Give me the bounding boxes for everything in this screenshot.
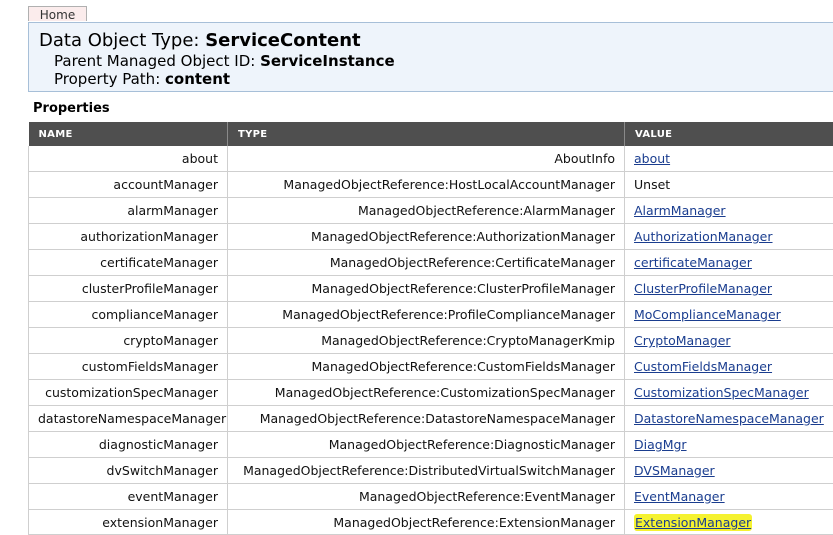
property-type-cell: ManagedObjectReference:CustomFieldsManag… — [227, 353, 625, 380]
property-value-cell: CryptoManager — [624, 327, 833, 354]
property-name-cell: dvSwitchManager — [28, 457, 228, 484]
property-name-cell: clusterProfileManager — [28, 275, 228, 302]
property-value-cell: MoComplianceManager — [624, 301, 833, 328]
property-name-cell: alarmManager — [28, 197, 228, 224]
property-type-cell: ManagedObjectReference:DistributedVirtua… — [227, 457, 625, 484]
property-value-link[interactable]: ExtensionManager — [634, 513, 753, 531]
table-row: eventManager ManagedObjectReference:Event… — [28, 483, 833, 510]
property-type-cell: ManagedObjectReference:CertificateManage… — [227, 249, 625, 276]
property-type-cell: ManagedObjectReference:AlarmManager — [227, 197, 625, 224]
property-value-cell: CustomFieldsManager — [624, 353, 833, 380]
property-value-link[interactable]: MoComplianceManager — [634, 307, 781, 322]
property-value-cell: AlarmManager — [624, 197, 833, 224]
table-row: alarmManager ManagedObjectReference:Alarm… — [28, 197, 833, 224]
property-value-cell: Unset — [624, 171, 833, 198]
home-tab-label: Home — [39, 8, 76, 22]
property-value-cell: DVSManager — [624, 457, 833, 484]
property-type-cell: ManagedObjectReference:AuthorizationMana… — [227, 223, 625, 250]
title-value: ServiceContent — [205, 30, 361, 51]
property-path-line: Property Path: content — [54, 70, 230, 88]
table-row: customizationSpecManager ManagedObjectRef… — [28, 379, 833, 406]
property-type-cell: ManagedObjectReference:DiagnosticManager — [227, 431, 625, 458]
table-row: cryptoManager ManagedObjectReference:Cryp… — [28, 327, 833, 354]
property-name-cell: customizationSpecManager — [28, 379, 228, 406]
property-value-link[interactable]: CustomizationSpecManager — [634, 385, 809, 400]
table-row: customFieldsManager ManagedObjectReferenc… — [28, 353, 833, 380]
column-header-value: VALUE — [624, 122, 833, 146]
property-type-cell: ManagedObjectReference:CryptoManagerKmip — [227, 327, 625, 354]
properties-table: NAME TYPE VALUE about AboutInfo about accou… — [28, 122, 833, 535]
property-name-cell: complianceManager — [28, 301, 228, 328]
property-name-cell: datastoreNamespaceManager — [28, 405, 228, 432]
property-type-cell: ManagedObjectReference:EventManager — [227, 483, 625, 510]
property-value-link[interactable]: DatastoreNamespaceManager — [634, 411, 824, 426]
property-name-cell: extensionManager — [28, 509, 228, 535]
property-name-cell: certificateManager — [28, 249, 228, 276]
column-header-type: TYPE — [227, 122, 625, 146]
path-value: content — [165, 70, 231, 88]
property-value-link[interactable]: ClusterProfileManager — [634, 281, 772, 296]
property-value-link[interactable]: DVSManager — [634, 463, 715, 478]
table-row: diagnosticManager ManagedObjectReference:… — [28, 431, 833, 458]
property-type-cell: ManagedObjectReference:ExtensionManager — [227, 509, 625, 535]
home-tab[interactable]: Home — [28, 6, 87, 22]
property-type-cell: ManagedObjectReference:CustomizationSpec… — [227, 379, 625, 406]
property-value-cell: about — [624, 146, 833, 172]
page-title: Data Object Type: ServiceContent — [39, 30, 361, 52]
property-value-cell: DatastoreNamespaceManager — [624, 405, 833, 432]
property-value-cell: DiagMgr — [624, 431, 833, 458]
property-name-cell: customFieldsManager — [28, 353, 228, 380]
table-row: datastoreNamespaceManager ManagedObjectRe… — [28, 405, 833, 432]
parent-prefix: Parent Managed Object ID: — [54, 52, 261, 70]
property-type-cell: ManagedObjectReference:ProfileCompliance… — [227, 301, 625, 328]
page: Home Data Object Type: ServiceContent Pa… — [0, 0, 833, 535]
table-header-row: NAME TYPE VALUE — [28, 122, 833, 146]
property-name-cell: cryptoManager — [28, 327, 228, 354]
property-name-cell: authorizationManager — [28, 223, 228, 250]
property-value-link[interactable]: about — [634, 151, 670, 166]
column-header-name: NAME — [28, 122, 228, 146]
table-row: authorizationManager ManagedObjectReferen… — [28, 223, 833, 250]
table-row: accountManager ManagedObjectReference:Hos… — [28, 171, 833, 198]
property-name-cell: eventManager — [28, 483, 228, 510]
parent-object-line: Parent Managed Object ID: ServiceInstanc… — [54, 52, 395, 70]
parent-value: ServiceInstance — [260, 52, 395, 70]
property-value-cell: certificateManager — [624, 249, 833, 276]
property-value-link[interactable]: CustomFieldsManager — [634, 359, 772, 374]
properties-heading: Properties — [33, 101, 110, 116]
property-name-cell: diagnosticManager — [28, 431, 228, 458]
property-name-cell: accountManager — [28, 171, 228, 198]
property-value-link[interactable]: EventManager — [634, 489, 725, 504]
property-value-link[interactable]: certificateManager — [634, 255, 752, 270]
object-header: Data Object Type: ServiceContent Parent … — [28, 22, 833, 92]
property-type-cell: AboutInfo — [227, 146, 625, 172]
property-value-cell: CustomizationSpecManager — [624, 379, 833, 406]
table-row: complianceManager ManagedObjectReference:… — [28, 301, 833, 328]
property-type-cell: ManagedObjectReference:HostLocalAccountM… — [227, 171, 625, 198]
property-value-cell: EventManager — [624, 483, 833, 510]
table-row: about AboutInfo about — [28, 146, 833, 172]
title-prefix: Data Object Type: — [39, 30, 206, 51]
table-row: extensionManager ManagedObjectReference:E… — [28, 509, 833, 535]
property-value-cell: AuthorizationManager — [624, 223, 833, 250]
table-row: clusterProfileManager ManagedObjectRefere… — [28, 275, 833, 302]
table-row: certificateManager ManagedObjectReference… — [28, 249, 833, 276]
table-row: dvSwitchManager ManagedObjectReference:Di… — [28, 457, 833, 484]
property-value-cell: ExtensionManager — [624, 509, 833, 535]
property-value-cell: ClusterProfileManager — [624, 275, 833, 302]
path-prefix: Property Path: — [54, 70, 166, 88]
property-type-cell: ManagedObjectReference:DatastoreNamespac… — [227, 405, 625, 432]
property-type-cell: ManagedObjectReference:ClusterProfileMan… — [227, 275, 625, 302]
property-value-link[interactable]: AlarmManager — [634, 203, 726, 218]
property-value-link[interactable]: DiagMgr — [634, 437, 687, 452]
property-name-cell: about — [28, 146, 228, 172]
property-value-link[interactable]: CryptoManager — [634, 333, 731, 348]
property-value-link[interactable]: AuthorizationManager — [634, 229, 773, 244]
